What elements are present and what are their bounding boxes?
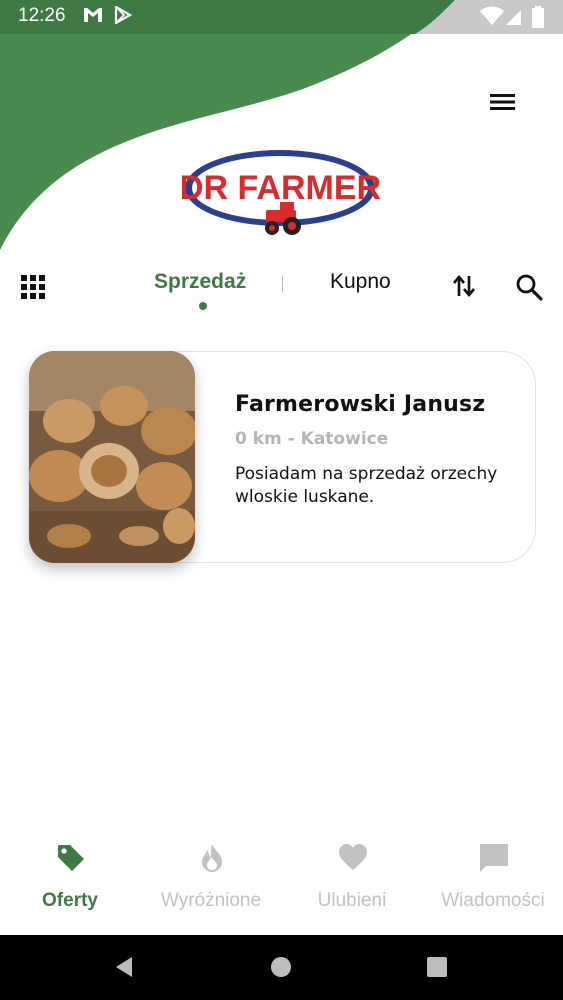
tab-sprzedaz[interactable]: Sprzedaż <box>154 270 246 294</box>
gmail-icon <box>84 8 102 22</box>
heart-icon <box>339 844 367 870</box>
recents-icon[interactable] <box>425 955 449 979</box>
offer-type-toolbar: Sprzedaż Kupno <box>0 262 563 312</box>
sort-arrows-icon[interactable] <box>450 272 478 300</box>
nav-item-wyroznione[interactable]: Wyróżnione <box>141 832 281 922</box>
chat-icon <box>480 844 508 872</box>
offer-card[interactable]: Farmerowski Janusz 0 km - Katowice Posia… <box>29 351 536 563</box>
search-icon[interactable] <box>514 272 544 302</box>
nav-item-ulubieni[interactable]: Ulubieni <box>282 832 422 922</box>
tab-divider <box>282 276 283 292</box>
nav-label-oferty: Oferty <box>42 890 98 911</box>
home-icon[interactable] <box>269 955 293 979</box>
flame-icon <box>202 844 222 872</box>
play-store-icon <box>114 6 132 24</box>
nav-label-wiadomosci: Wiadomości <box>441 890 545 911</box>
status-bar: 12:26 <box>0 0 563 34</box>
nav-label-ulubieni: Ulubieni <box>317 890 387 911</box>
tab-kupno[interactable]: Kupno <box>330 270 391 294</box>
signal-icon <box>506 10 521 25</box>
status-time: 12:26 <box>18 5 66 26</box>
grid-icon[interactable] <box>20 274 46 300</box>
nav-label-wyroznione: Wyróżnione <box>160 890 262 911</box>
android-navigation-bar <box>0 935 563 1000</box>
hamburger-menu-icon[interactable] <box>484 86 522 118</box>
bottom-navigation: Oferty Wyróżnione Ulubieni Wiadomości <box>0 832 563 932</box>
offer-location: 0 km - Katowice <box>235 429 389 449</box>
nav-item-wiadomosci[interactable]: Wiadomości <box>423 832 563 922</box>
offer-title: Farmerowski Janusz <box>235 392 486 417</box>
back-icon[interactable] <box>112 955 136 979</box>
tag-icon <box>58 845 84 871</box>
active-tab-indicator <box>199 302 207 310</box>
logo-text: DR FARMER <box>182 169 381 207</box>
nav-item-oferty[interactable]: Oferty <box>0 832 140 922</box>
offer-image-walnuts[interactable] <box>29 351 195 563</box>
battery-icon <box>532 6 544 28</box>
wifi-icon <box>480 6 504 25</box>
dr-farmer-logo: DR FARMER <box>182 150 381 235</box>
offer-description: Posiadam na sprzedaż orzechy wloskie lus… <box>235 464 498 507</box>
